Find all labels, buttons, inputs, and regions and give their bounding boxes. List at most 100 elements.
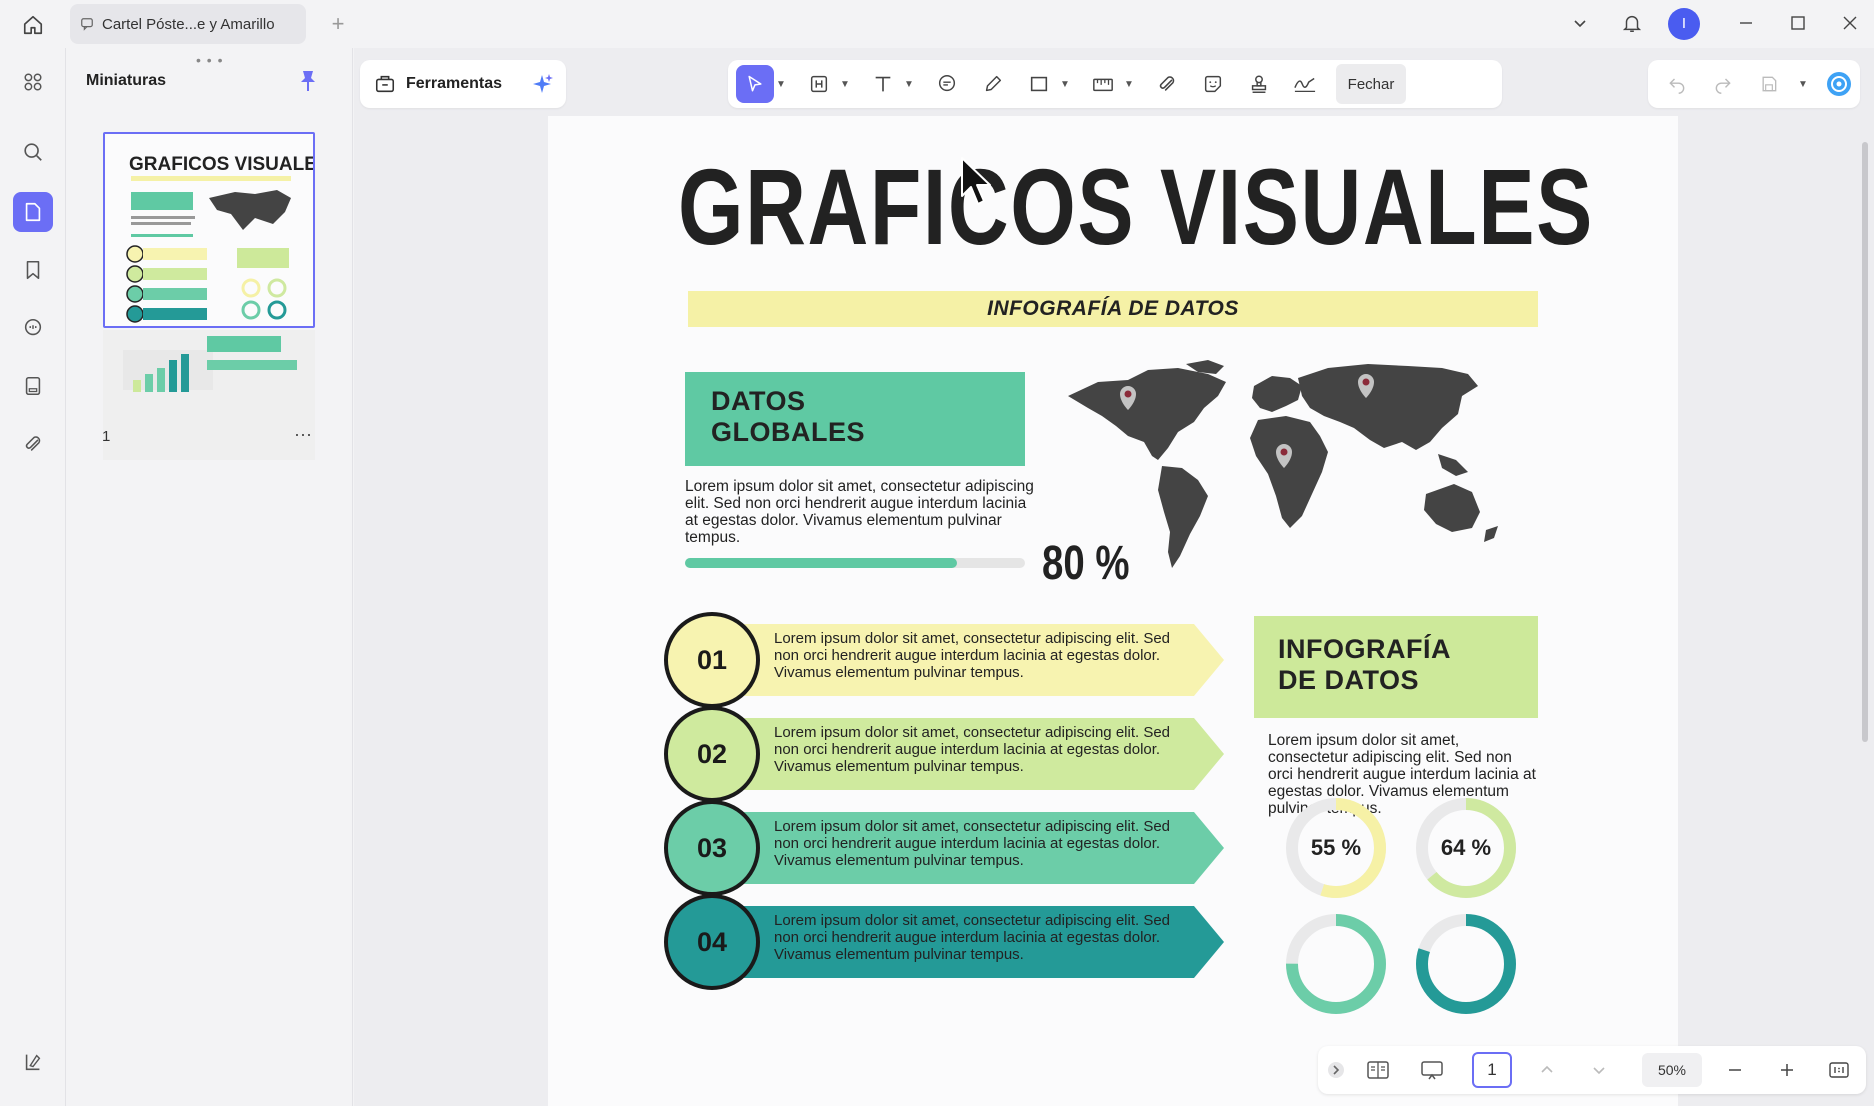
save-button[interactable] bbox=[1750, 65, 1788, 103]
stamp-tool-button[interactable] bbox=[1240, 65, 1278, 103]
step-badge-02: 02 bbox=[664, 706, 760, 802]
undo-button[interactable] bbox=[1658, 65, 1696, 103]
rail-bookmarks-button[interactable] bbox=[13, 250, 53, 290]
donut-chart-64: 64 % bbox=[1414, 796, 1518, 900]
signature-tool-button[interactable] bbox=[1286, 65, 1324, 103]
zoom-in-button[interactable] bbox=[1770, 1050, 1804, 1090]
chevron-down-icon bbox=[1593, 1067, 1605, 1075]
sticker-tool-button[interactable] bbox=[1194, 65, 1232, 103]
pin-icon bbox=[301, 71, 315, 91]
select-tool-button[interactable] bbox=[736, 65, 774, 103]
stamp-icon bbox=[1251, 75, 1267, 93]
step-badge-04: 04 bbox=[664, 894, 760, 990]
expand-nav-button[interactable] bbox=[1324, 1050, 1348, 1090]
note-icon bbox=[938, 75, 956, 92]
workspace: Ferramentas ▼ ▼ ▼ ▼ ▼ Fechar ▼ GRAFICOS … bbox=[354, 48, 1874, 1106]
step-badge-01: 01 bbox=[664, 612, 760, 708]
minimize-icon bbox=[1740, 22, 1752, 24]
actual-size-button[interactable] bbox=[1822, 1050, 1856, 1090]
paperclip-icon bbox=[25, 436, 41, 451]
page-thumbnail[interactable]: GRAFICOS VISUALES bbox=[103, 132, 315, 328]
rail-settings-button[interactable] bbox=[13, 1042, 53, 1082]
thumbnail-more-button[interactable]: ··· bbox=[294, 424, 312, 445]
next-page-button[interactable] bbox=[1584, 1050, 1614, 1090]
zoom-level[interactable]: 50% bbox=[1642, 1053, 1702, 1087]
presentation-button[interactable] bbox=[1414, 1050, 1450, 1090]
document-page[interactable]: GRAFICOS VISUALES INFOGRAFÍA DE DATOS DA… bbox=[548, 116, 1678, 1106]
thumbnail-preview-lower bbox=[123, 336, 297, 392]
infographic-heading: INFOGRAFÍA DE DATOS bbox=[1254, 616, 1538, 718]
comments-icon bbox=[24, 318, 42, 336]
zoom-out-button[interactable] bbox=[1718, 1050, 1752, 1090]
document-tab-title: Cartel Póste...e y Amarillo bbox=[102, 15, 275, 33]
new-tab-button[interactable]: + bbox=[324, 10, 352, 38]
vertical-scrollbar[interactable] bbox=[1862, 142, 1868, 742]
rail-attachments-button[interactable] bbox=[13, 424, 53, 464]
notifications-button[interactable] bbox=[1610, 6, 1654, 40]
step-row-03: 03 Lorem ipsum dolor sit amet, consectet… bbox=[664, 800, 1224, 896]
pencil-tool-button[interactable] bbox=[974, 65, 1012, 103]
save-dropdown[interactable]: ▼ bbox=[1796, 65, 1810, 103]
africa-shape bbox=[1250, 416, 1328, 528]
text-tool-button[interactable] bbox=[864, 65, 902, 103]
info-heading-line1: INFOGRAFÍA bbox=[1278, 634, 1451, 664]
panel-grip[interactable]: • • • bbox=[196, 52, 223, 68]
home-button[interactable] bbox=[14, 8, 52, 42]
step-text-02: Lorem ipsum dolor sit amet, consectetur … bbox=[774, 724, 1171, 775]
actual-size-icon bbox=[1829, 1062, 1849, 1078]
new-zealand-shape bbox=[1484, 526, 1498, 542]
page-number-input[interactable]: 1 bbox=[1472, 1052, 1512, 1088]
sidebar-toggle-icon bbox=[25, 1054, 41, 1071]
global-heading-line2: GLOBALES bbox=[711, 417, 866, 447]
measure-tool-dropdown[interactable]: ▼ bbox=[1122, 65, 1136, 103]
donut-chart-3 bbox=[1284, 912, 1388, 1016]
thumbnail-title: GRAFICOS VISUALES bbox=[129, 154, 313, 175]
donut-ring-3 bbox=[1286, 914, 1386, 1014]
ai-sparkle-icon[interactable] bbox=[530, 72, 554, 96]
rail-organize-button[interactable] bbox=[13, 62, 53, 102]
minimize-button[interactable] bbox=[1724, 6, 1768, 40]
rail-search-button[interactable] bbox=[13, 132, 53, 172]
select-tool-dropdown[interactable]: ▼ bbox=[774, 65, 788, 103]
user-avatar[interactable]: I bbox=[1668, 8, 1700, 40]
ruler-icon bbox=[1093, 78, 1113, 92]
chevron-right-circle-icon bbox=[1328, 1062, 1344, 1078]
comment-tool-button[interactable] bbox=[928, 65, 966, 103]
redo-button[interactable] bbox=[1704, 65, 1742, 103]
tools-button[interactable]: Ferramentas bbox=[406, 75, 502, 93]
step-text-01: Lorem ipsum dolor sit amet, consectetur … bbox=[774, 630, 1171, 681]
previous-page-button[interactable] bbox=[1532, 1050, 1562, 1090]
attachment-icon bbox=[1159, 76, 1175, 91]
global-data-text: Lorem ipsum dolor sit amet, consectetur … bbox=[685, 478, 1034, 546]
page-thumbnail-lower[interactable] bbox=[103, 330, 315, 460]
thumbnails-panel: • • • Miniaturas GRAFICOS VISUALES 1 ··· bbox=[66, 48, 353, 1106]
maximize-button[interactable] bbox=[1776, 6, 1820, 40]
highlight-tool-dropdown[interactable]: ▼ bbox=[838, 65, 852, 103]
page-layout-button[interactable] bbox=[1360, 1050, 1396, 1090]
close-window-button[interactable] bbox=[1828, 6, 1872, 40]
donut-label-64: 64 % bbox=[1440, 835, 1492, 860]
signature-icon bbox=[1294, 77, 1316, 92]
world-map bbox=[1068, 360, 1498, 568]
southeast-asia-shape bbox=[1438, 454, 1468, 476]
maximize-icon bbox=[1791, 16, 1805, 30]
donut-ring-4 bbox=[1416, 914, 1516, 1014]
close-toolbar-button[interactable]: Fechar bbox=[1336, 64, 1406, 104]
rail-attachments-doc-button[interactable] bbox=[13, 366, 53, 406]
shape-tool-dropdown[interactable]: ▼ bbox=[1058, 65, 1072, 103]
text-tool-dropdown[interactable]: ▼ bbox=[902, 65, 916, 103]
close-icon bbox=[1843, 16, 1857, 30]
document-tab[interactable]: Cartel Póste...e y Amarillo bbox=[70, 4, 306, 44]
highlight-tool-button[interactable] bbox=[800, 65, 838, 103]
shape-tool-button[interactable] bbox=[1020, 65, 1058, 103]
rail-thumbnails-button[interactable] bbox=[13, 192, 53, 232]
tabs-dropdown-button[interactable] bbox=[1558, 6, 1602, 40]
ai-assistant-button[interactable] bbox=[1820, 65, 1858, 103]
mouse-pointer bbox=[961, 157, 991, 205]
undo-icon bbox=[1669, 78, 1685, 94]
attach-tool-button[interactable] bbox=[1148, 65, 1186, 103]
sticker-icon bbox=[1204, 75, 1222, 93]
rail-comments-button[interactable] bbox=[13, 308, 53, 348]
measure-tool-button[interactable] bbox=[1084, 65, 1122, 103]
pin-panel-button[interactable] bbox=[296, 68, 324, 96]
